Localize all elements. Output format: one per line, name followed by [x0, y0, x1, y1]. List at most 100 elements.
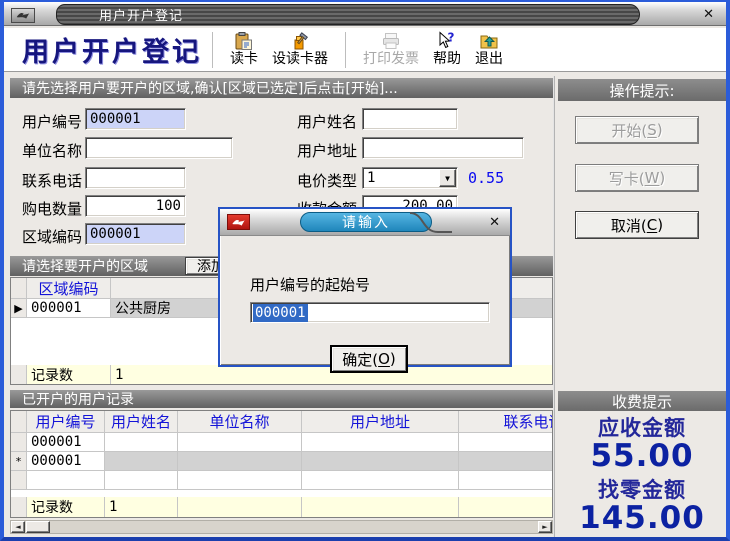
setup-reader-label: 设读卡器: [272, 51, 328, 68]
input-dialog: 请输入 ✕ 用户编号的起始号 000001 确定(O): [218, 207, 512, 367]
unit-name-field[interactable]: [85, 137, 233, 159]
user-addr-label: 用户地址: [297, 140, 357, 161]
footer-cell: [459, 497, 553, 517]
row-pointer-icon: ▶: [11, 299, 27, 318]
records-table: 用户编号 用户姓名 单位名称 用户地址 联系电话 000001 * 000001: [10, 410, 553, 518]
price-type-value: 1: [367, 170, 375, 186]
exit-label: 退出: [475, 51, 503, 68]
scroll-left-icon[interactable]: ◄: [11, 521, 25, 533]
row-selector: [11, 471, 27, 490]
rec-col-user-no: 用户编号: [27, 411, 105, 433]
area-code-label: 区域编码: [22, 226, 82, 247]
close-icon[interactable]: ✕: [703, 6, 714, 23]
print-invoice-label: 打印发票: [363, 51, 419, 68]
phone-label: 联系电话: [22, 170, 82, 191]
record-count-value: 1: [105, 497, 178, 517]
table-row[interactable]: [11, 471, 552, 490]
new-row-marker: *: [11, 452, 27, 471]
card-reader-icon: [234, 31, 254, 51]
svg-text:?: ?: [448, 31, 455, 45]
fee-panel-title: 收费提示: [612, 391, 672, 412]
row-selector: [11, 433, 27, 452]
dialog-input[interactable]: 000001: [250, 302, 490, 323]
dialog-prompt: 用户编号的起始号: [250, 274, 370, 295]
area-section-title: 请选择要开户的区域: [22, 256, 148, 276]
read-card-label: 读卡: [230, 51, 258, 68]
record-count-label: 记录数: [27, 497, 105, 517]
rec-cell: [302, 452, 459, 471]
table-row[interactable]: * 000001: [11, 452, 552, 471]
qty-label: 购电数量: [22, 198, 82, 219]
window-titlebar: 用户开户登记 ✕: [4, 0, 726, 26]
window-title: 用户开户登记: [57, 5, 183, 24]
rec-cell: [178, 452, 302, 471]
page-title: 用户开户登记: [22, 30, 202, 69]
setup-reader-button[interactable]: 设读卡器: [265, 30, 335, 69]
price-type-select[interactable]: 1 ▼: [362, 167, 458, 189]
user-no-field[interactable]: 000001: [85, 108, 186, 130]
area-code-field[interactable]: 000001: [85, 223, 186, 245]
area-code-cell: 000001: [27, 299, 111, 318]
ops-panel-title: 操作提示:: [609, 80, 674, 101]
scroll-right-icon[interactable]: ►: [538, 521, 552, 533]
rec-col-phone: 联系电话: [459, 411, 553, 433]
write-card-button: 写卡(W): [575, 164, 699, 192]
rec-cell: [105, 433, 178, 452]
user-name-label: 用户姓名: [297, 111, 357, 132]
app-window: 用户开户登记 ✕ 用户开户登记 读卡: [0, 0, 730, 541]
footer-cell: [302, 497, 459, 517]
phone-field[interactable]: [85, 167, 186, 189]
print-invoice-button: 打印发票: [356, 30, 426, 69]
scrollbar-thumb[interactable]: [26, 521, 50, 533]
rec-user-no-cell: 000001: [27, 433, 105, 452]
fee-panel-header: 收费提示: [558, 391, 726, 411]
table-row[interactable]: 000001: [11, 433, 552, 452]
rec-cell: [459, 452, 553, 471]
toolbar: 用户开户登记 读卡: [4, 28, 726, 72]
qty-field[interactable]: 100: [85, 195, 186, 217]
user-no-label: 用户编号: [22, 111, 82, 132]
ok-button[interactable]: 确定(O): [331, 346, 407, 372]
rec-cell: [302, 471, 459, 490]
dialog-titlebar: 请输入 ✕: [220, 209, 510, 236]
area-header-selector: [11, 278, 27, 299]
unit-name-label: 单位名称: [22, 140, 82, 161]
tools-icon: [290, 31, 310, 51]
dialog-title: 请输入: [300, 212, 432, 232]
rec-cell: [178, 471, 302, 490]
app-logo-icon: [11, 8, 35, 23]
change-value: 145.00: [558, 500, 726, 536]
rec-cell: [105, 452, 178, 471]
footer-selector: [11, 497, 27, 517]
user-name-field[interactable]: [362, 108, 458, 130]
user-addr-field[interactable]: [362, 137, 524, 159]
dialog-body: 用户编号的起始号 000001 确定(O): [220, 236, 510, 365]
area-table-footer: 记录数 1: [11, 365, 552, 384]
help-label: 帮助: [433, 51, 461, 68]
rec-col-user-name: 用户姓名: [105, 411, 178, 433]
price-type-label: 电价类型: [297, 170, 357, 191]
rec-col-user-addr: 用户地址: [302, 411, 459, 433]
help-button[interactable]: ? 帮助: [426, 30, 468, 69]
records-table-footer: 记录数 1: [11, 497, 552, 517]
toolbar-separator: [345, 32, 346, 68]
cancel-button[interactable]: 取消(C): [575, 211, 699, 239]
records-header-row: 用户编号 用户姓名 单位名称 用户地址 联系电话: [11, 411, 552, 433]
exit-button[interactable]: 退出: [468, 30, 510, 69]
dialog-close-icon[interactable]: ✕: [489, 214, 500, 231]
ops-panel-header: 操作提示:: [558, 79, 726, 101]
rec-cell: [178, 433, 302, 452]
rec-cell: [459, 433, 553, 452]
horizontal-scrollbar[interactable]: ◄ ►: [10, 520, 553, 534]
start-button: 开始(S): [575, 116, 699, 144]
help-cursor-icon: ?: [437, 31, 457, 51]
rec-header-selector: [11, 411, 27, 433]
rec-cell: [105, 471, 178, 490]
toolbar-separator: [212, 32, 213, 68]
footer-cell: [178, 497, 302, 517]
instruction-text: 请先选择用户要开户的区域,确认[区域已选定]后点击[开始]...: [22, 78, 398, 98]
rec-user-no-cell: 000001: [27, 452, 105, 471]
read-card-button[interactable]: 读卡: [223, 30, 265, 69]
rec-cell: [459, 471, 553, 490]
chevron-down-icon[interactable]: ▼: [439, 169, 456, 187]
